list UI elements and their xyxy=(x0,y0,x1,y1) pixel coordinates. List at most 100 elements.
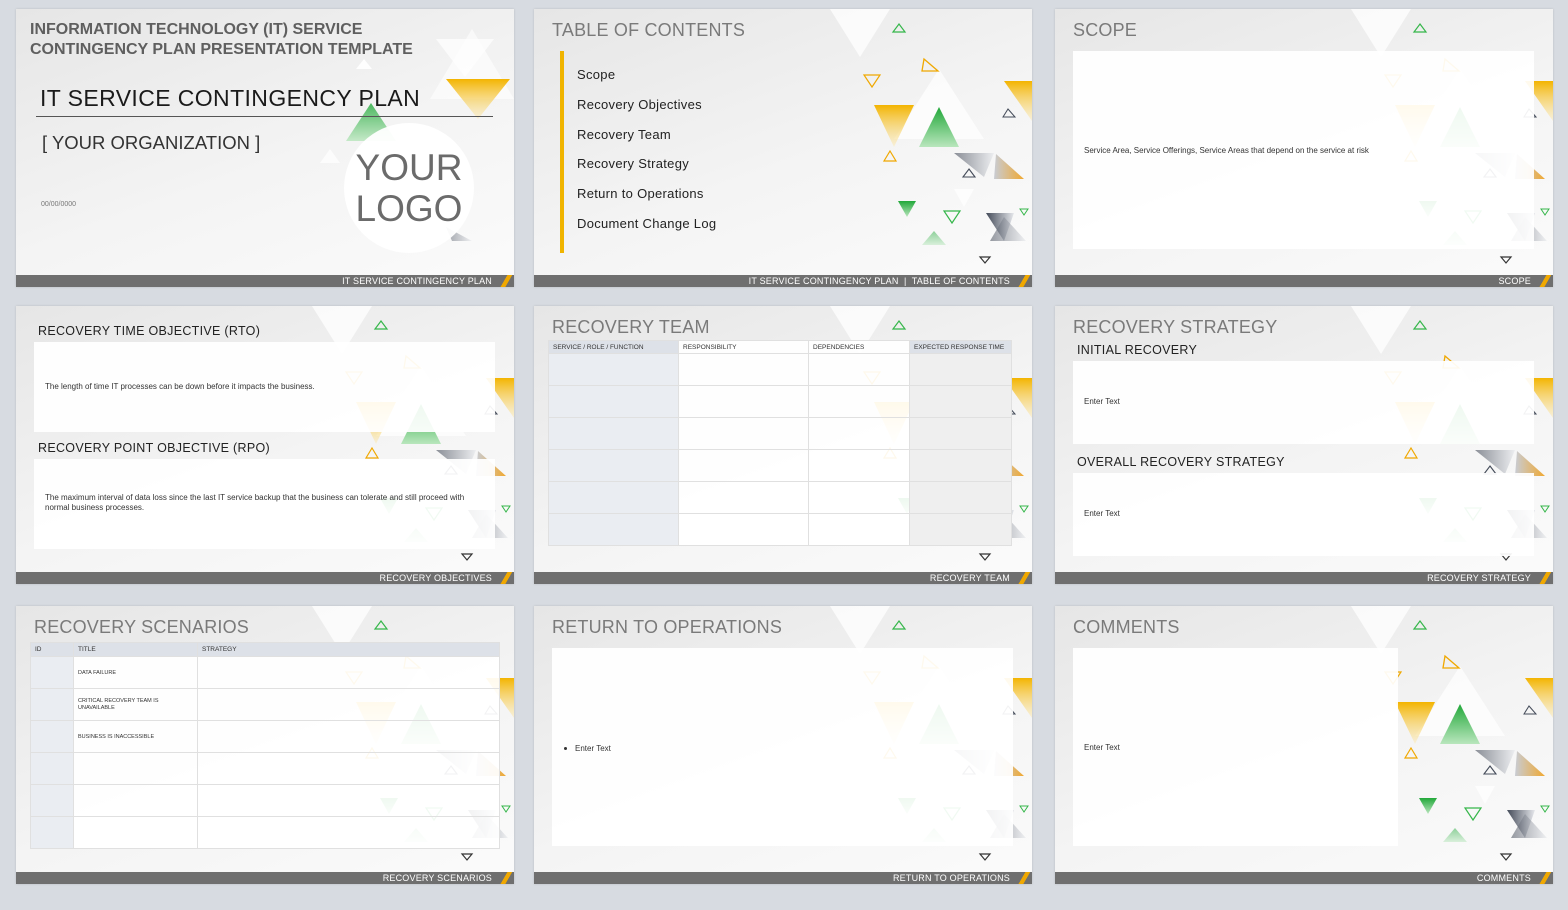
scenario-title[interactable]: BUSINESS IS INACCESSIBLE xyxy=(73,720,198,753)
column-header: TITLE xyxy=(73,642,198,657)
table-row[interactable] xyxy=(30,816,500,849)
slide-table-of-contents[interactable]: TABLE OF CONTENTS Scope Recovery Objecti… xyxy=(534,9,1032,287)
table-cell[interactable] xyxy=(548,513,679,546)
table-row[interactable] xyxy=(548,481,1012,514)
column-header: DEPENDENCIES xyxy=(808,340,910,354)
table-row[interactable] xyxy=(548,449,1012,482)
slide-footer: RECOVERY OBJECTIVES xyxy=(16,572,514,584)
scenario-strategy[interactable] xyxy=(197,720,500,753)
slide-title[interactable]: INFORMATION TECHNOLOGY (IT) SERVICE CONT… xyxy=(16,9,514,287)
footer-accent xyxy=(1018,872,1032,884)
table-cell[interactable] xyxy=(678,417,809,450)
table-row[interactable] xyxy=(30,752,500,785)
slide-comments[interactable]: COMMENTS Enter Text COMMENTS xyxy=(1055,606,1553,884)
rto-label: RECOVERY TIME OBJECTIVE (RTO) xyxy=(38,324,261,338)
comments-box[interactable]: Enter Text xyxy=(1073,648,1398,846)
scenario-strategy[interactable] xyxy=(197,656,500,689)
overall-strategy-box[interactable]: Enter Text xyxy=(1073,473,1534,556)
scenario-title[interactable] xyxy=(73,784,198,817)
toc-list: Scope Recovery Objectives Recovery Team … xyxy=(577,67,716,246)
table-cell[interactable] xyxy=(909,385,1012,418)
scenario-title[interactable]: DATA FAILURE xyxy=(73,656,198,689)
table-cell[interactable] xyxy=(909,481,1012,514)
table-row[interactable]: DATA FAILURE xyxy=(30,656,500,689)
table-cell[interactable] xyxy=(808,385,910,418)
table-row[interactable]: BUSINESS IS INACCESSIBLE xyxy=(30,720,500,753)
slide-recovery-objectives[interactable]: RECOVERY TIME OBJECTIVE (RTO) The length… xyxy=(16,306,514,584)
toc-item-recovery-objectives[interactable]: Recovery Objectives xyxy=(577,97,716,127)
toc-item-scope[interactable]: Scope xyxy=(577,67,716,97)
initial-recovery-label: INITIAL RECOVERY xyxy=(1077,343,1198,357)
footer-accent xyxy=(1018,572,1032,584)
footer-label: RECOVERY STRATEGY xyxy=(1427,573,1531,583)
table-cell[interactable] xyxy=(909,513,1012,546)
logo-placeholder[interactable]: YOUR LOGO xyxy=(344,123,474,253)
table-row[interactable] xyxy=(548,385,1012,418)
column-header: SERVICE / ROLE / FUNCTION xyxy=(548,340,679,354)
table-cell[interactable] xyxy=(678,385,809,418)
table-cell[interactable] xyxy=(808,353,910,386)
footer-accent xyxy=(500,275,514,287)
toc-item-recovery-team[interactable]: Recovery Team xyxy=(577,127,716,157)
column-header: EXPECTED RESPONSE TIME xyxy=(909,340,1012,354)
initial-recovery-box[interactable]: Enter Text xyxy=(1073,361,1534,444)
table-cell[interactable] xyxy=(548,417,679,450)
table-cell[interactable] xyxy=(678,481,809,514)
table-cell[interactable] xyxy=(678,513,809,546)
table-cell[interactable] xyxy=(909,353,1012,386)
scenario-strategy[interactable] xyxy=(197,816,500,849)
table-cell[interactable] xyxy=(548,353,679,386)
slide-heading: INFORMATION TECHNOLOGY (IT) SERVICE CONT… xyxy=(30,21,413,58)
table-cell[interactable] xyxy=(808,417,910,450)
table-cell[interactable] xyxy=(808,513,910,546)
slide-footer: SCOPE xyxy=(1055,275,1553,287)
scenario-title[interactable] xyxy=(73,816,198,849)
scenario-id[interactable] xyxy=(30,816,74,849)
slide-recovery-scenarios[interactable]: RECOVERY SCENARIOS ID TITLE STRATEGY DAT… xyxy=(16,606,514,884)
table-cell[interactable] xyxy=(548,481,679,514)
slide-recovery-team[interactable]: RECOVERY TEAM SERVICE / ROLE / FUNCTION … xyxy=(534,306,1032,584)
slide-title-text: IT SERVICE CONTINGENCY PLAN xyxy=(40,85,421,111)
scenario-id[interactable] xyxy=(30,656,74,689)
table-cell[interactable] xyxy=(808,481,910,514)
slide-footer: IT SERVICE CONTINGENCY PLAN | TABLE OF C… xyxy=(534,275,1032,287)
slide-footer: RETURN TO OPERATIONS xyxy=(534,872,1032,884)
scenario-id[interactable] xyxy=(30,784,74,817)
table-row[interactable]: CRITICAL RECOVERY TEAM IS UNAVAILABLE xyxy=(30,688,500,721)
slide-title: TABLE OF CONTENTS xyxy=(552,20,746,40)
return-operations-box[interactable]: Enter Text xyxy=(552,648,1013,846)
table-cell[interactable] xyxy=(909,449,1012,482)
table-cell[interactable] xyxy=(678,449,809,482)
toc-item-document-change-log[interactable]: Document Change Log xyxy=(577,216,716,246)
scenario-id[interactable] xyxy=(30,688,74,721)
footer-label: SCOPE xyxy=(1498,276,1531,286)
table-row[interactable] xyxy=(30,784,500,817)
scenario-title[interactable]: CRITICAL RECOVERY TEAM IS UNAVAILABLE xyxy=(73,688,198,721)
column-header: STRATEGY xyxy=(197,642,500,657)
scenario-strategy[interactable] xyxy=(197,752,500,785)
scenario-id[interactable] xyxy=(30,720,74,753)
toc-item-recovery-strategy[interactable]: Recovery Strategy xyxy=(577,156,716,186)
slide-title: RECOVERY STRATEGY xyxy=(1073,317,1278,337)
table-row[interactable] xyxy=(548,353,1012,386)
slide-scope[interactable]: SCOPE Service Area, Service Offerings, S… xyxy=(1055,9,1553,287)
scenario-title[interactable] xyxy=(73,752,198,785)
slide-return-to-operations[interactable]: RETURN TO OPERATIONS Enter Text RETURN T… xyxy=(534,606,1032,884)
bullet-text: Enter Text xyxy=(575,744,611,753)
rto-text-box[interactable]: The length of time IT processes can be d… xyxy=(34,342,495,432)
rpo-text-box[interactable]: The maximum interval of data loss since … xyxy=(34,459,495,549)
table-row[interactable] xyxy=(548,513,1012,546)
scenario-id[interactable] xyxy=(30,752,74,785)
table-row[interactable] xyxy=(548,417,1012,450)
table-cell[interactable] xyxy=(548,385,679,418)
scenario-strategy[interactable] xyxy=(197,688,500,721)
table-cell[interactable] xyxy=(548,449,679,482)
scenario-strategy[interactable] xyxy=(197,784,500,817)
footer-accent xyxy=(500,872,514,884)
table-cell[interactable] xyxy=(678,353,809,386)
scope-text-box[interactable]: Service Area, Service Offerings, Service… xyxy=(1073,51,1534,249)
table-cell[interactable] xyxy=(909,417,1012,450)
table-cell[interactable] xyxy=(808,449,910,482)
toc-item-return-to-operations[interactable]: Return to Operations xyxy=(577,186,716,216)
slide-recovery-strategy[interactable]: RECOVERY STRATEGY INITIAL RECOVERY Enter… xyxy=(1055,306,1553,584)
